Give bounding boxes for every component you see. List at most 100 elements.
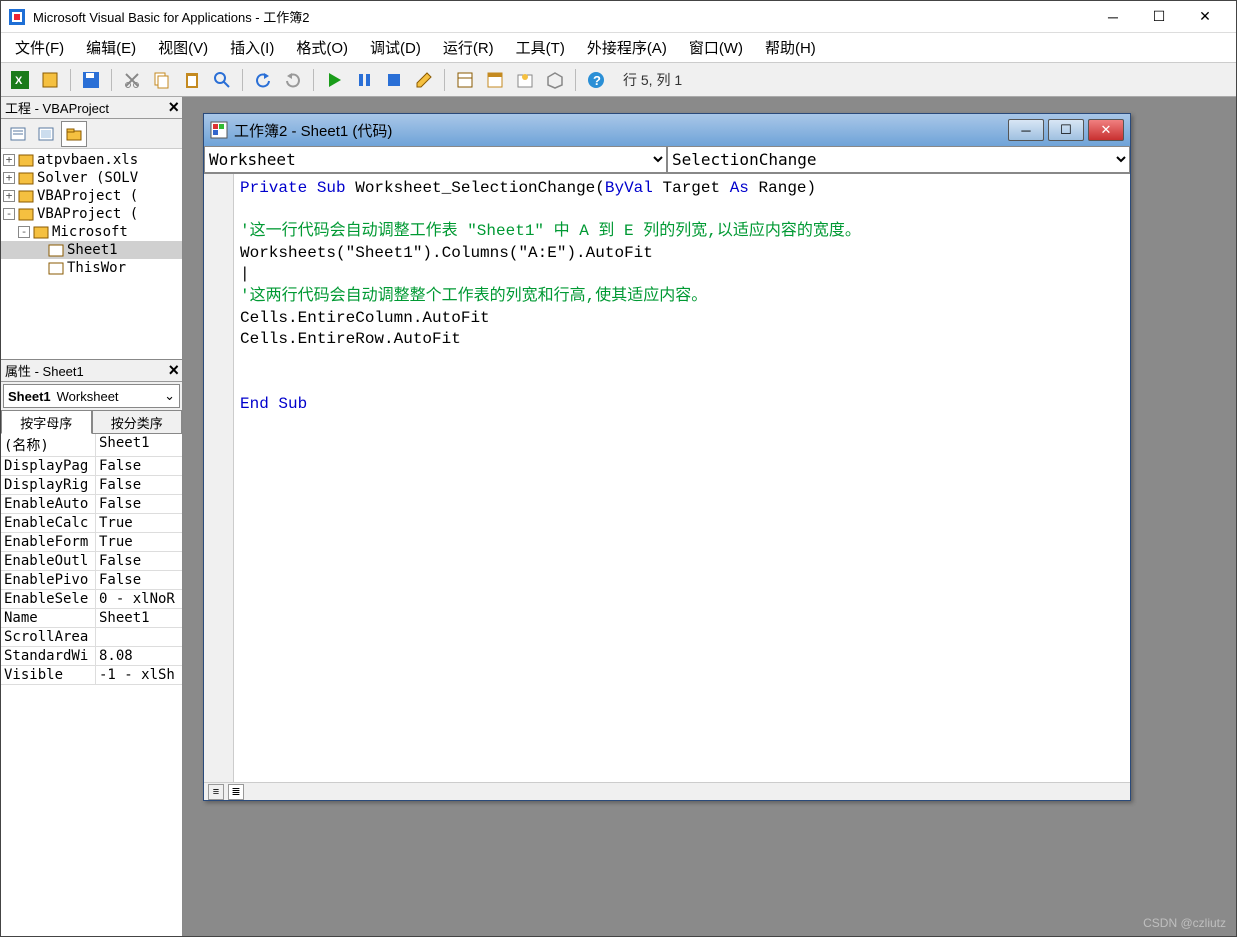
window-controls: ─ ☐ ✕ [1090,1,1228,33]
menu-debug[interactable]: 调试(D) [366,35,425,60]
property-row[interactable]: DisplayRigFalse [1,476,182,495]
properties-window-icon[interactable] [482,67,508,93]
break-icon[interactable] [351,67,377,93]
property-row[interactable]: EnableAutoFalse [1,495,182,514]
properties-combo-type: Worksheet [57,389,119,404]
find-icon[interactable] [209,67,235,93]
view-excel-icon[interactable]: X [7,67,33,93]
menu-edit[interactable]: 编辑(E) [82,35,140,60]
property-row[interactable]: EnableOutlFalse [1,552,182,571]
undo-icon[interactable] [250,67,276,93]
tab-categorized[interactable]: 按分类序 [92,410,183,434]
app-title: Microsoft Visual Basic for Applications … [33,7,1090,26]
menu-addins[interactable]: 外接程序(A) [583,35,671,60]
code-window-titlebar[interactable]: 工作簿2 - Sheet1 (代码) ─ ☐ ✕ [204,114,1130,146]
code-margin[interactable] [204,174,234,782]
copy-icon[interactable] [149,67,175,93]
properties-pane: 属性 - Sheet1 × Sheet1 Worksheet ⌄ 按字母序 按分… [1,359,182,936]
property-row[interactable]: Visible-1 - xlSh [1,666,182,685]
properties-pane-close-icon[interactable]: × [168,361,179,379]
watermark: CSDN @czliutz [1143,916,1226,930]
tree-node[interactable]: +Solver (SOLV [1,169,182,187]
object-dropdown[interactable]: Worksheet [204,146,667,173]
property-row[interactable]: EnableCalcTrue [1,514,182,533]
menu-format[interactable]: 格式(O) [292,35,352,60]
close-button[interactable]: ✕ [1182,1,1228,33]
left-panel: 工程 - VBAProject × +atpvbaen.xls+Solver (… [1,97,183,936]
property-row[interactable]: NameSheet1 [1,609,182,628]
properties-tabs: 按字母序 按分类序 [1,410,182,434]
tree-node[interactable]: +VBAProject ( [1,187,182,205]
project-tree[interactable]: +atpvbaen.xls+Solver (SOLV+VBAProject (-… [1,149,182,359]
property-row[interactable]: (名称)Sheet1 [1,434,182,457]
reset-icon[interactable] [381,67,407,93]
tree-node[interactable]: -VBAProject ( [1,205,182,223]
menu-file[interactable]: 文件(F) [11,35,68,60]
procedure-view-toggle[interactable]: ≡ [208,784,224,800]
svg-text:?: ? [593,73,601,88]
menu-tools[interactable]: 工具(T) [512,35,569,60]
menu-help[interactable]: 帮助(H) [761,35,820,60]
run-icon[interactable] [321,67,347,93]
toolbox-icon[interactable] [542,67,568,93]
code-editor[interactable]: Private Sub Worksheet_SelectionChange(By… [234,174,1130,782]
toggle-folders-icon[interactable] [61,121,87,147]
menu-insert[interactable]: 插入(I) [226,35,278,60]
property-row[interactable]: DisplayPagFalse [1,457,182,476]
design-mode-icon[interactable] [411,67,437,93]
titlebar: Microsoft Visual Basic for Applications … [1,1,1236,33]
property-row[interactable]: EnableSele0 - xlNoR [1,590,182,609]
properties-object-combo[interactable]: Sheet1 Worksheet ⌄ [3,384,180,408]
toolbar: X ? 行 5, 列 1 [1,63,1236,97]
code-body: Private Sub Worksheet_SelectionChange(By… [204,174,1130,782]
code-footer: ≡ ≣ [204,782,1130,800]
chevron-down-icon: ⌄ [164,388,175,404]
code-window-minimize[interactable]: ─ [1008,119,1044,141]
property-row[interactable]: ScrollArea [1,628,182,647]
cut-icon[interactable] [119,67,145,93]
cursor-position-label: 行 5, 列 1 [623,70,1230,90]
project-pane-title: 工程 - VBAProject [5,98,109,117]
properties-pane-title: 属性 - Sheet1 [5,361,84,380]
tree-node[interactable]: ThisWor [1,259,182,277]
code-window-title: 工作簿2 - Sheet1 (代码) [234,120,1008,141]
object-browser-icon[interactable] [512,67,538,93]
view-object-icon[interactable] [33,121,59,147]
main-area: 工程 - VBAProject × +atpvbaen.xls+Solver (… [1,97,1236,936]
help-icon[interactable]: ? [583,67,609,93]
properties-grid[interactable]: (名称)Sheet1DisplayPagFalseDisplayRigFalse… [1,434,182,936]
menubar: 文件(F) 编辑(E) 视图(V) 插入(I) 格式(O) 调试(D) 运行(R… [1,33,1236,63]
full-module-view-toggle[interactable]: ≣ [228,784,244,800]
project-pane-close-icon[interactable]: × [168,98,179,116]
code-window-close[interactable]: ✕ [1088,119,1124,141]
paste-icon[interactable] [179,67,205,93]
properties-pane-header: 属性 - Sheet1 × [1,360,182,382]
tree-node[interactable]: +atpvbaen.xls [1,151,182,169]
svg-text:X: X [15,75,23,87]
project-pane-toolbar [1,119,182,149]
app-window: Microsoft Visual Basic for Applications … [0,0,1237,937]
code-window-maximize[interactable]: ☐ [1048,119,1084,141]
menu-run[interactable]: 运行(R) [439,35,498,60]
code-window-icon [210,121,228,139]
properties-combo-bold: Sheet1 [8,389,51,404]
maximize-button[interactable]: ☐ [1136,1,1182,33]
property-row[interactable]: StandardWi8.08 [1,647,182,666]
insert-module-icon[interactable] [37,67,63,93]
menu-window[interactable]: 窗口(W) [685,35,747,60]
project-pane-header: 工程 - VBAProject × [1,97,182,119]
minimize-button[interactable]: ─ [1090,1,1136,33]
property-row[interactable]: EnableFormTrue [1,533,182,552]
redo-icon[interactable] [280,67,306,93]
property-row[interactable]: EnablePivoFalse [1,571,182,590]
menu-view[interactable]: 视图(V) [154,35,212,60]
save-icon[interactable] [78,67,104,93]
app-icon [9,9,25,25]
project-explorer-icon[interactable] [452,67,478,93]
procedure-dropdown[interactable]: SelectionChange [667,146,1130,173]
tree-node[interactable]: -Microsoft [1,223,182,241]
tab-alphabetic[interactable]: 按字母序 [1,410,92,434]
tree-node[interactable]: Sheet1 [1,241,182,259]
view-code-icon[interactable] [5,121,31,147]
code-window: 工作簿2 - Sheet1 (代码) ─ ☐ ✕ Worksheet Selec… [203,113,1131,801]
